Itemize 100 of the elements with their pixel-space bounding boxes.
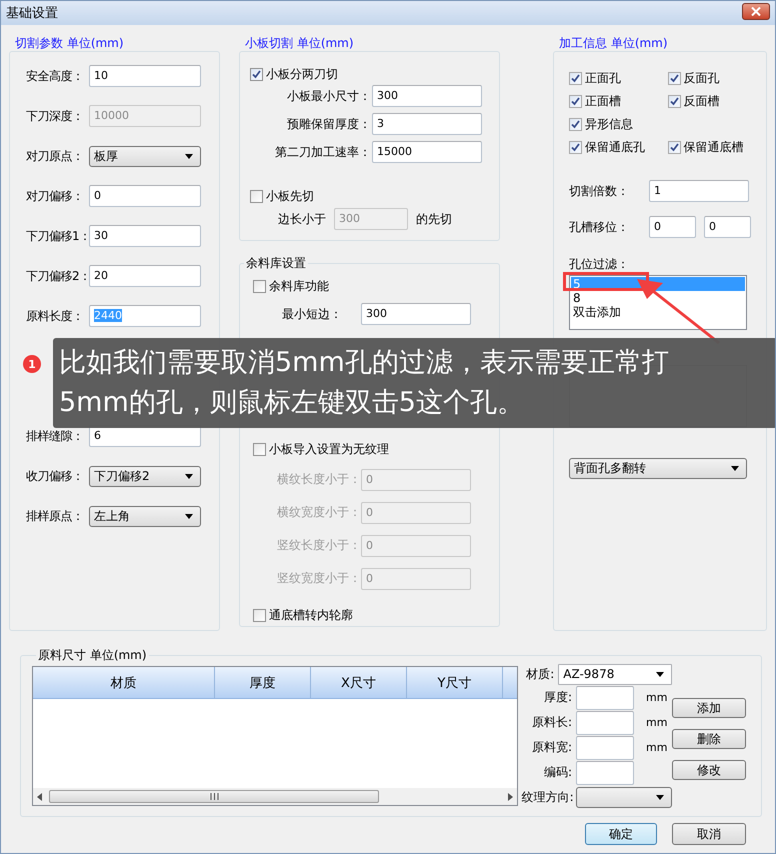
checkbox[interactable]: [569, 72, 582, 85]
column-header[interactable]: 厚度: [215, 667, 311, 698]
text-field[interactable]: 3: [372, 113, 482, 135]
checkbox[interactable]: [668, 141, 680, 154]
checkbox-label: 正面槽: [585, 93, 621, 110]
field-label: 编码:: [542, 764, 573, 781]
checkbox-label: 反面孔: [684, 70, 720, 87]
checkbox-label: 保留通底孔: [585, 139, 645, 156]
checkbox[interactable]: [569, 141, 582, 154]
field-label: 边长小于: [278, 210, 327, 228]
dialog-button[interactable]: 确定: [585, 823, 657, 845]
close-icon: [751, 7, 761, 16]
caret-icon: [731, 466, 739, 471]
checkbox-label: 通底槽转内轮廓: [269, 606, 353, 624]
field-label: 原料宽:: [530, 739, 573, 756]
checkbox[interactable]: [668, 72, 680, 85]
text-field[interactable]: [576, 686, 634, 710]
dropdown[interactable]: 下刀偏移2: [89, 466, 201, 486]
caret-icon: [185, 154, 193, 158]
field-label: 下刀深度：: [26, 108, 84, 124]
field-label: 第二刀加工速率：: [274, 144, 372, 160]
field-label: 预雕保留厚度：: [286, 116, 372, 132]
right-arrow-icon[interactable]: [507, 792, 513, 800]
column-header[interactable]: 材质: [33, 667, 215, 698]
dialog-button[interactable]: 取消: [672, 823, 746, 845]
field-label: 横纹宽度小于：: [276, 504, 361, 521]
dropdown[interactable]: 背面孔多翻转: [569, 458, 747, 479]
scrollbar-thumb[interactable]: [49, 790, 379, 803]
checkbox[interactable]: [253, 280, 266, 292]
caret-icon: [656, 795, 664, 800]
checkbox-label: 余料库功能: [269, 278, 329, 294]
checkbox-label: 小板先切: [266, 188, 314, 204]
checkbox[interactable]: [250, 190, 263, 202]
text-field[interactable]: [576, 736, 634, 760]
column-header[interactable]: Y尺寸: [407, 667, 503, 698]
field-label: 厚度:: [542, 689, 573, 706]
action-button[interactable]: 添加: [672, 698, 746, 718]
checkbox-label: 小板分两刀切: [266, 66, 338, 82]
text-field[interactable]: [576, 710, 634, 734]
field-label: 横纹长度小于：: [276, 471, 361, 488]
text-field[interactable]: 0: [89, 185, 201, 207]
text-field[interactable]: 300: [372, 85, 482, 107]
group-title: 原料尺寸 单位(mm): [37, 647, 148, 664]
horizontal-scrollbar[interactable]: [33, 788, 517, 805]
group-title: 切割参数 单位(mm): [14, 35, 125, 51]
caret-icon: [185, 514, 193, 518]
text-field[interactable]: 0: [649, 216, 696, 238]
text-field[interactable]: 20: [89, 265, 201, 287]
field-label: 的先切: [416, 210, 452, 228]
field-label: 原料长:: [530, 714, 573, 731]
field-label: 原料长度：: [26, 308, 84, 324]
field-label: 切割倍数：: [569, 182, 630, 200]
text-field[interactable]: [576, 760, 634, 784]
list-item[interactable]: 8: [571, 291, 745, 305]
grip-icon: [210, 793, 218, 800]
unit-label: mm: [646, 716, 668, 729]
text-field[interactable]: 300: [361, 303, 471, 325]
caret-icon: [185, 474, 193, 478]
field-label: 下刀偏移1：: [26, 228, 89, 244]
caret-icon: [656, 672, 664, 676]
checkbox-label: 正面孔: [585, 70, 621, 87]
text-field[interactable]: 0: [704, 216, 751, 238]
checkbox-label: 小板导入设置为无纹理: [269, 440, 389, 458]
field-label: 最小短边：: [281, 306, 343, 322]
checkbox[interactable]: [569, 95, 582, 108]
field-label: 排样缝隙：: [26, 428, 84, 444]
unit-label: mm: [646, 741, 668, 754]
field-label: 安全高度：: [26, 68, 84, 84]
dropdown[interactable]: 左上角: [89, 506, 201, 526]
group-title: 小板切割 单位(mm): [244, 35, 355, 51]
close-button[interactable]: [742, 3, 770, 20]
checkbox[interactable]: [253, 442, 266, 456]
field-label: 小板最小尺寸：: [286, 88, 372, 104]
field-label: 孔位过滤：: [569, 257, 630, 271]
checkbox-label: 异形信息: [585, 116, 633, 133]
field-label: 孔槽移位：: [569, 218, 630, 236]
action-button[interactable]: 修改: [672, 760, 746, 780]
field-label: 竖纹宽度小于：: [276, 570, 361, 587]
dropdown[interactable]: AZ-9878: [558, 664, 672, 684]
checkbox[interactable]: [253, 608, 266, 622]
field-label: 对刀原点：: [26, 148, 84, 164]
group-title: 余料库设置: [245, 255, 307, 272]
text-field[interactable]: 15000: [372, 141, 482, 163]
action-button[interactable]: 删除: [672, 729, 746, 749]
dropdown[interactable]: [576, 787, 672, 808]
field-label: 下刀偏移2：: [26, 268, 89, 284]
group-title: 加工信息 单位(mm): [558, 35, 669, 51]
field-label: 排样原点：: [26, 508, 84, 524]
list-item[interactable]: 双击添加: [571, 305, 745, 319]
text-field[interactable]: 30: [89, 225, 201, 247]
checkbox[interactable]: [569, 118, 582, 131]
field-label: 竖纹长度小于：: [276, 537, 361, 554]
column-header[interactable]: X尺寸: [311, 667, 407, 698]
field-label: 对刀偏移：: [26, 188, 84, 204]
checkbox[interactable]: [668, 95, 680, 108]
dropdown[interactable]: 板厚: [89, 146, 201, 166]
checkbox[interactable]: [250, 68, 263, 80]
text-field[interactable]: 10: [89, 65, 201, 87]
text-field[interactable]: 1: [649, 180, 749, 202]
left-arrow-icon[interactable]: [37, 792, 43, 800]
